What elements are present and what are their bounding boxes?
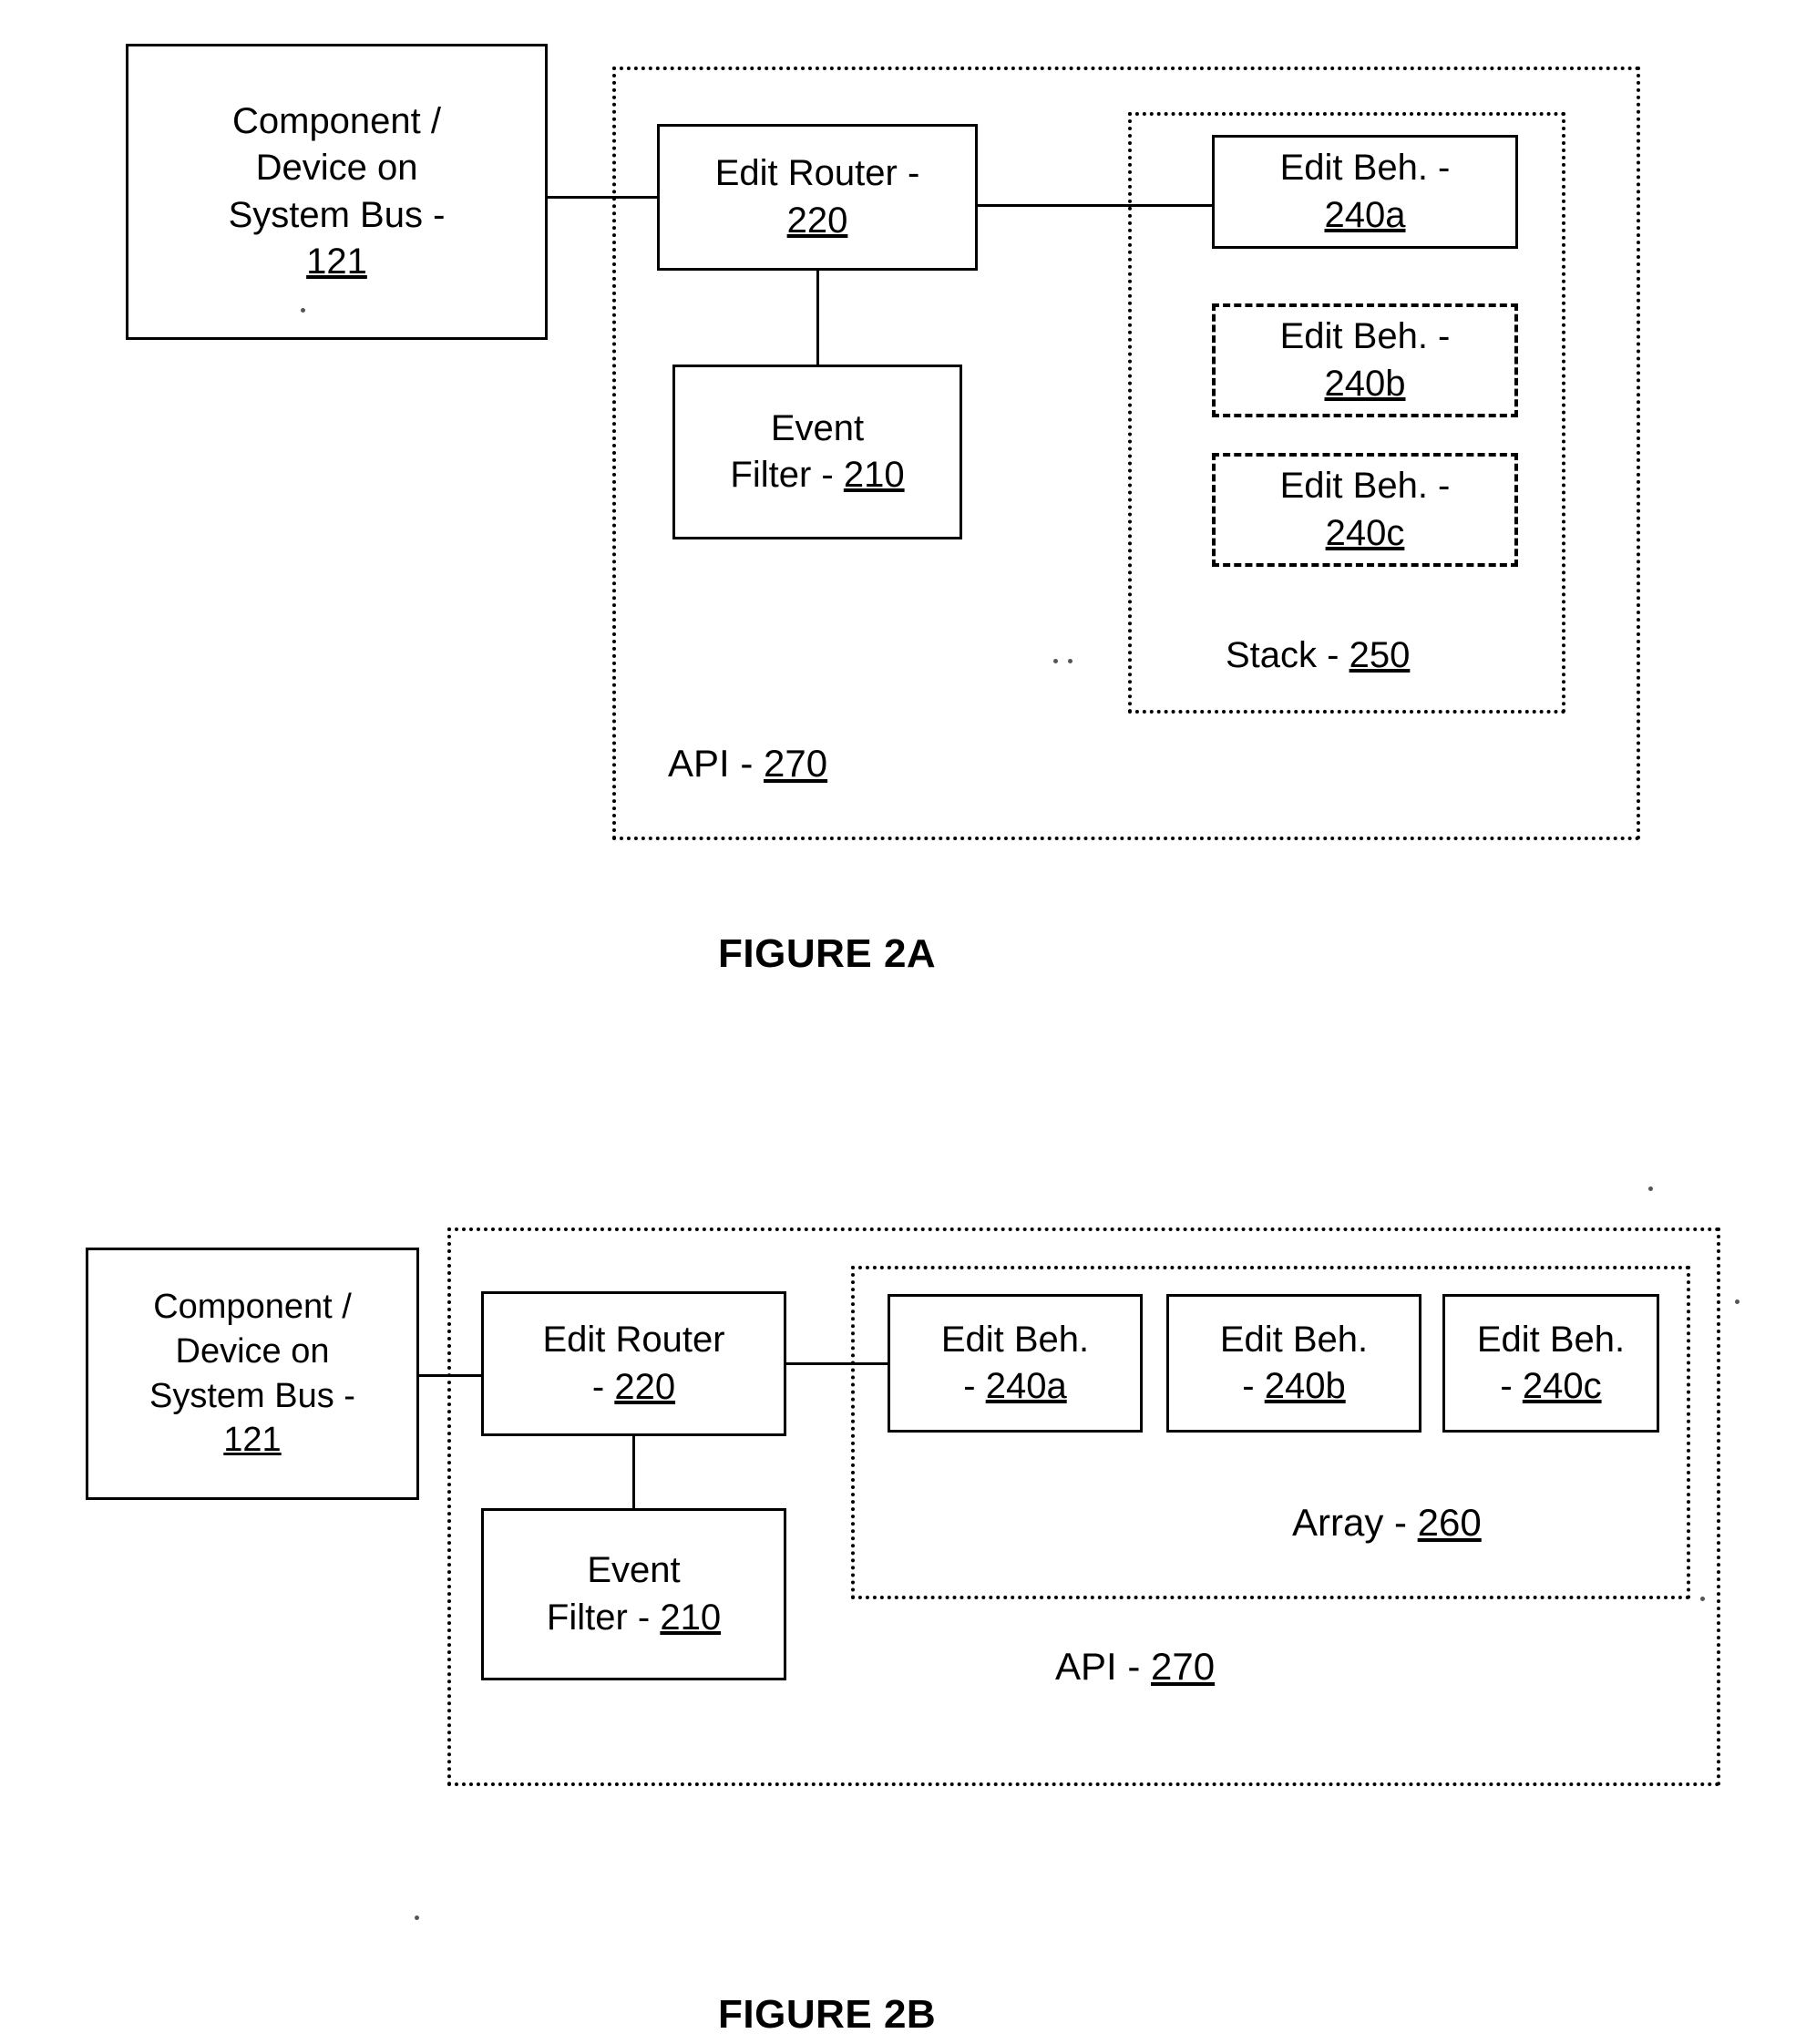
figure-2b-caption: FIGURE 2B <box>718 1992 937 2037</box>
event-filter-ref-2b: 210 <box>660 1597 722 1638</box>
figure-2a-caption: FIGURE 2A <box>718 931 937 976</box>
connector-router-to-filter-2a <box>816 271 819 365</box>
component-device-text-2a: Component / Device on System Bus - 121 <box>229 98 446 285</box>
figure-2a: Component / Device on System Bus - 121 E… <box>0 0 1796 984</box>
edit-beh-240b-ref-2a: 240b <box>1324 363 1406 404</box>
event-filter-box-2b: Event Filter - 210 <box>481 1508 786 1680</box>
edit-router-box-2b: Edit Router - 220 <box>481 1291 786 1436</box>
edit-beh-240b-ref-2b: 240b <box>1264 1366 1346 1406</box>
speck-7 <box>415 1916 419 1920</box>
speck-1 <box>301 308 305 313</box>
edit-beh-240b-box-2b: Edit Beh. - 240b <box>1166 1294 1421 1433</box>
edit-beh-240a-ref-2a: 240a <box>1324 194 1406 235</box>
edit-beh-240c-text-2b: Edit Beh. - 240c <box>1476 1319 1626 1406</box>
api-label-2a: API - 270 <box>668 742 828 785</box>
edit-beh-240a-text-2b: Edit Beh. - 240a <box>940 1319 1090 1406</box>
speck-4 <box>1648 1186 1653 1191</box>
event-filter-text-2a: Event Filter - 210 <box>730 407 905 495</box>
api-label-2b: API - 270 <box>1055 1645 1216 1688</box>
edit-beh-240b-box-2a: Edit Beh. - 240b <box>1212 303 1518 417</box>
edit-router-text-2b: Edit Router - 220 <box>542 1320 725 1407</box>
edit-beh-240c-box-2a: Edit Beh. - 240c <box>1212 453 1518 567</box>
figure-2b: Component / Device on System Bus - 121 E… <box>0 1166 1796 2044</box>
event-filter-ref-2a: 210 <box>843 455 905 495</box>
stack-ref-2a: 250 <box>1349 635 1411 675</box>
connector-component-to-router-2b <box>419 1374 483 1377</box>
connector-router-to-array-2b <box>786 1362 888 1365</box>
edit-router-ref-2b: 220 <box>614 1366 676 1407</box>
component-device-ref-2b: 121 <box>223 1421 282 1460</box>
edit-beh-240b-text-2a: Edit Beh. - 240b <box>1280 313 1451 406</box>
connector-component-to-router-2a <box>548 196 659 199</box>
api-ref-2b: 270 <box>1151 1645 1216 1688</box>
edit-router-ref-2a: 220 <box>786 200 848 241</box>
edit-router-text-2a: Edit Router - 220 <box>715 150 920 243</box>
api-ref-2a: 270 <box>764 742 828 785</box>
component-device-ref-2a: 121 <box>306 241 367 282</box>
stack-label-2a: Stack - 250 <box>1226 635 1411 675</box>
edit-beh-240c-text-2a: Edit Beh. - 240c <box>1280 463 1451 556</box>
speck-6 <box>1700 1597 1705 1601</box>
array-ref-2b: 260 <box>1417 1501 1482 1544</box>
component-device-text-2b: Component / Device on System Bus - 121 <box>149 1285 355 1463</box>
speck-2 <box>1053 659 1058 663</box>
speck-5 <box>1735 1299 1740 1304</box>
edit-router-box-2a: Edit Router - 220 <box>657 124 978 271</box>
edit-beh-240c-ref-2b: 240c <box>1522 1366 1602 1406</box>
edit-beh-240c-ref-2a: 240c <box>1325 512 1405 553</box>
edit-beh-240a-ref-2b: 240a <box>985 1366 1067 1406</box>
edit-beh-240a-box-2a: Edit Beh. - 240a <box>1212 135 1518 249</box>
component-device-box-2b: Component / Device on System Bus - 121 <box>86 1248 419 1500</box>
speck-3 <box>1068 659 1072 663</box>
event-filter-box-2a: Event Filter - 210 <box>672 365 962 539</box>
edit-beh-240a-text-2a: Edit Beh. - 240a <box>1280 145 1451 238</box>
connector-router-to-stack-2a <box>978 204 1213 207</box>
event-filter-text-2b: Event Filter - 210 <box>546 1550 722 1638</box>
edit-beh-240b-text-2b: Edit Beh. - 240b <box>1219 1319 1369 1406</box>
array-label-2b: Array - 260 <box>1292 1501 1482 1544</box>
edit-beh-240a-box-2b: Edit Beh. - 240a <box>888 1294 1143 1433</box>
connector-router-to-filter-2b <box>632 1436 635 1508</box>
edit-beh-240c-box-2b: Edit Beh. - 240c <box>1442 1294 1659 1433</box>
component-device-box-2a: Component / Device on System Bus - 121 <box>126 44 548 340</box>
